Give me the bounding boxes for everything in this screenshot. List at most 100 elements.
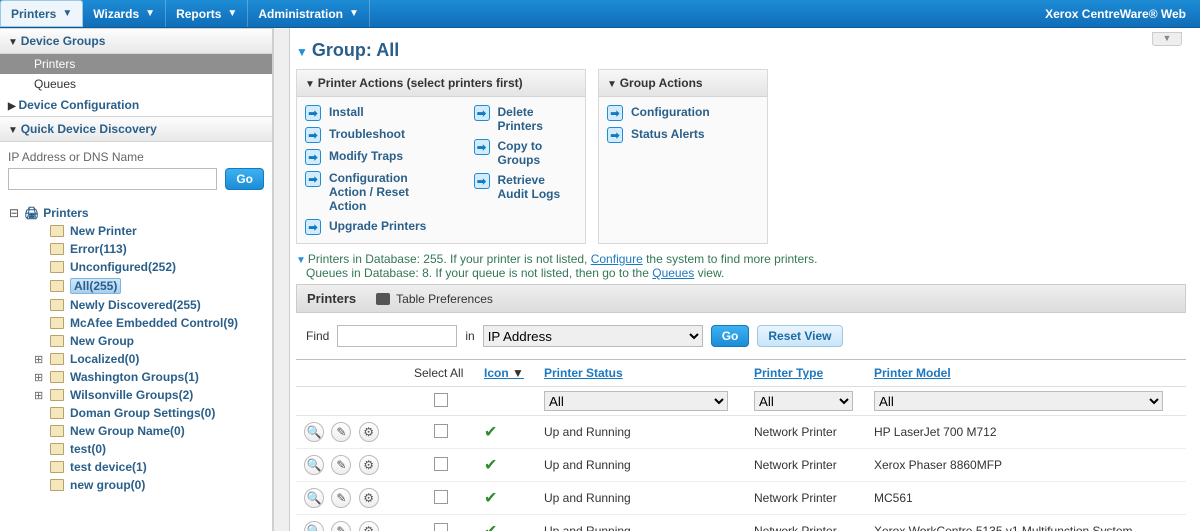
table-row[interactable]: 🔍 ✎ ⚙ ✔ Up and Running Network Printer X…: [296, 449, 1186, 482]
folder-icon: [50, 425, 64, 437]
col-printer-type[interactable]: Printer Type: [746, 360, 866, 387]
table-row[interactable]: 🔍 ✎ ⚙ ✔ Up and Running Network Printer M…: [296, 482, 1186, 515]
select-all-header[interactable]: Select All: [406, 360, 476, 387]
action-label: Modify Traps: [329, 149, 403, 163]
find-go-button[interactable]: Go: [711, 325, 750, 347]
device-groups-header[interactable]: Device Groups: [0, 28, 272, 54]
filter-model[interactable]: All: [874, 391, 1163, 411]
table-preferences-button[interactable]: Table Preferences: [376, 292, 493, 306]
folder-icon: [50, 353, 64, 365]
gear-icon[interactable]: ⚙: [359, 488, 379, 508]
edit-icon[interactable]: ✎: [331, 422, 351, 442]
reset-view-button[interactable]: Reset View: [757, 325, 842, 347]
collapse-icon[interactable]: ⊟: [8, 206, 20, 220]
search-icon[interactable]: 🔍: [304, 455, 324, 475]
tree-item[interactable]: Unconfigured(252): [34, 258, 266, 276]
tree-item-label: Localized(0): [70, 352, 139, 366]
filter-type[interactable]: All: [754, 391, 853, 411]
quick-device-discovery-header[interactable]: Quick Device Discovery: [0, 116, 272, 142]
splitter[interactable]: [274, 28, 290, 531]
tree-item[interactable]: test(0): [34, 440, 266, 458]
gear-icon[interactable]: ⚙: [359, 422, 379, 442]
expand-icon[interactable]: ⊞: [34, 353, 44, 366]
edit-icon[interactable]: ✎: [331, 488, 351, 508]
row-checkbox[interactable]: [434, 424, 448, 438]
action-button[interactable]: ➡Install: [305, 105, 434, 121]
expand-icon[interactable]: ⊞: [34, 371, 44, 384]
row-checkbox[interactable]: [434, 457, 448, 471]
search-icon[interactable]: 🔍: [304, 521, 324, 531]
configure-link[interactable]: Configure: [591, 252, 643, 266]
action-button[interactable]: ➡Copy to Groups: [474, 139, 577, 167]
table-row[interactable]: 🔍 ✎ ⚙ ✔ Up and Running Network Printer X…: [296, 515, 1186, 531]
search-icon[interactable]: 🔍: [304, 488, 324, 508]
tree-item[interactable]: ⊞ Localized(0): [34, 350, 266, 368]
table-row[interactable]: 🔍 ✎ ⚙ ✔ Up and Running Network Printer H…: [296, 416, 1186, 449]
tree-item[interactable]: Newly Discovered(255): [34, 296, 266, 314]
printers-root-icon: 🖨: [24, 206, 39, 220]
cell-type: Network Printer: [746, 416, 866, 449]
tree-item[interactable]: All(255): [34, 276, 266, 296]
group-actions-header[interactable]: Group Actions: [599, 70, 767, 97]
tab-label: Administration: [258, 7, 343, 21]
status-ok-icon: ✔: [484, 457, 497, 474]
tree-item[interactable]: Doman Group Settings(0): [34, 404, 266, 422]
col-printer-model[interactable]: Printer Model: [866, 360, 1186, 387]
qdd-input[interactable]: [8, 168, 217, 190]
search-icon[interactable]: 🔍: [304, 422, 324, 442]
tree-item[interactable]: New Printer: [34, 222, 266, 240]
tab-printers[interactable]: Printers ▼: [0, 0, 83, 27]
top-nav: Printers ▼ Wizards ▼ Reports ▼ Administr…: [0, 0, 1200, 28]
sidebar-item-queues[interactable]: Queues: [0, 74, 272, 94]
col-printer-status[interactable]: Printer Status: [536, 360, 746, 387]
arrow-right-icon: ➡: [305, 127, 321, 143]
tree-item[interactable]: Error(113): [34, 240, 266, 258]
tree-item-label: test device(1): [70, 460, 147, 474]
tab-reports[interactable]: Reports ▼: [166, 0, 248, 27]
tab-administration[interactable]: Administration ▼: [248, 0, 370, 27]
tab-wizards[interactable]: Wizards ▼: [83, 0, 166, 27]
arrow-right-icon: ➡: [305, 171, 321, 187]
queues-link[interactable]: Queues: [652, 266, 694, 280]
gear-icon[interactable]: ⚙: [359, 521, 379, 531]
action-button[interactable]: ➡Modify Traps: [305, 149, 434, 165]
action-button[interactable]: ➡Retrieve Audit Logs: [474, 173, 577, 201]
gear-icon[interactable]: ⚙: [359, 455, 379, 475]
tree-root[interactable]: ⊟ 🖨 Printers: [8, 206, 266, 220]
row-checkbox[interactable]: [434, 490, 448, 504]
tree-item[interactable]: new group(0): [34, 476, 266, 494]
action-button[interactable]: ➡Configuration: [607, 105, 710, 121]
action-button[interactable]: ➡Status Alerts: [607, 127, 710, 143]
edit-icon[interactable]: ✎: [331, 521, 351, 531]
action-button[interactable]: ➡Upgrade Printers: [305, 219, 434, 235]
action-button[interactable]: ➡Delete Printers: [474, 105, 577, 133]
col-icon[interactable]: Icon ▼: [476, 360, 536, 387]
collapse-handle[interactable]: ▼: [1152, 32, 1182, 46]
sidebar-item-printers[interactable]: Printers: [0, 54, 272, 74]
edit-icon[interactable]: ✎: [331, 455, 351, 475]
filter-status[interactable]: All: [544, 391, 728, 411]
tree-item[interactable]: ⊞Washington Groups(1): [34, 368, 266, 386]
find-field-select[interactable]: IP Address: [483, 325, 703, 347]
expand-icon[interactable]: ⊞: [34, 389, 44, 402]
qdd-field-label: IP Address or DNS Name: [8, 150, 264, 164]
action-label: Copy to Groups: [498, 139, 577, 167]
status-ok-icon: ✔: [484, 424, 497, 441]
tree-item-label: New Group: [70, 334, 134, 348]
tree-item[interactable]: test device(1): [34, 458, 266, 476]
find-input[interactable]: [337, 325, 457, 347]
tree-item[interactable]: ⊞Wilsonville Groups(2): [34, 386, 266, 404]
tree-item[interactable]: McAfee Embedded Control(9): [34, 314, 266, 332]
action-button[interactable]: ➡Configuration Action / Reset Action: [305, 171, 434, 213]
action-label: Install: [329, 105, 364, 119]
action-button[interactable]: ➡Troubleshoot: [305, 127, 434, 143]
cell-status: Up and Running: [536, 515, 746, 531]
select-all-checkbox[interactable]: [434, 393, 448, 407]
row-checkbox[interactable]: [434, 523, 448, 531]
device-configuration-header[interactable]: Device Configuration: [0, 94, 272, 116]
folder-icon: [50, 225, 64, 237]
tree-item[interactable]: New Group Name(0): [34, 422, 266, 440]
printer-actions-header[interactable]: Printer Actions (select printers first): [297, 70, 585, 97]
qdd-go-button[interactable]: Go: [225, 168, 264, 190]
tree-item[interactable]: New Group: [34, 332, 266, 350]
